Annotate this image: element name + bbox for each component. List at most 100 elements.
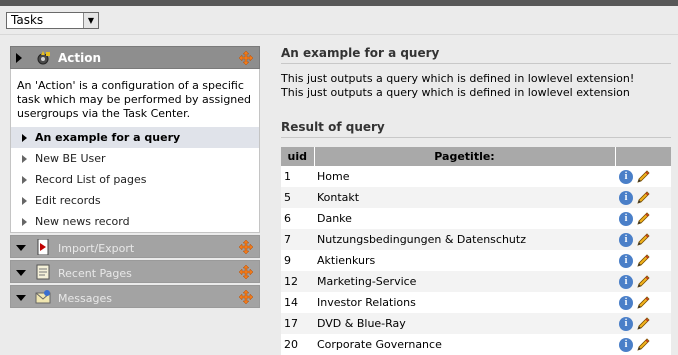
table-row[interactable]: 5 Kontakt i xyxy=(281,187,671,208)
output-line: This just outputs a query which is defin… xyxy=(281,86,630,99)
info-icon[interactable]: i xyxy=(619,253,633,268)
expand-arrow-icon[interactable] xyxy=(16,53,22,63)
cell-pagetitle: Kontakt xyxy=(314,187,615,208)
cell-actions: i xyxy=(615,250,671,271)
action-item-new-be-user[interactable]: New BE User xyxy=(11,148,259,169)
cell-uid: 9 xyxy=(281,250,314,271)
result-heading: Result of query xyxy=(281,120,671,138)
table-row[interactable]: 1 Home i xyxy=(281,166,671,187)
cell-pagetitle: Investor Relations xyxy=(314,292,615,313)
edit-pencil-icon[interactable] xyxy=(635,316,651,332)
cell-actions: i xyxy=(615,334,671,355)
action-panel-header[interactable]: Action xyxy=(10,46,260,69)
info-icon[interactable]: i xyxy=(619,337,633,352)
cell-uid: 5 xyxy=(281,187,314,208)
cell-actions: i xyxy=(615,166,671,187)
cell-uid: 1 xyxy=(281,166,314,187)
messages-panel-header[interactable]: Messages xyxy=(10,285,260,308)
move-handle-icon[interactable] xyxy=(239,265,253,279)
chevron-down-icon[interactable]: ▼ xyxy=(83,13,98,28)
action-item-new-news[interactable]: New news record xyxy=(11,211,259,232)
info-icon[interactable]: i xyxy=(619,316,633,331)
info-icon[interactable]: i xyxy=(619,295,633,310)
bullet-arrow-icon xyxy=(22,176,27,184)
edit-pencil-icon[interactable] xyxy=(635,274,651,290)
action-item-label: New news record xyxy=(35,215,130,228)
cell-uid: 20 xyxy=(281,334,314,355)
move-handle-icon[interactable] xyxy=(239,290,253,304)
action-description: An 'Action' is a configuration of a spec… xyxy=(17,79,252,120)
table-row[interactable]: 12 Marketing-Service i xyxy=(281,271,671,292)
cell-actions: i xyxy=(615,229,671,250)
import-export-icon xyxy=(37,239,49,255)
tasks-select[interactable]: Tasks ▼ xyxy=(6,12,99,29)
edit-pencil-icon[interactable] xyxy=(635,295,651,311)
action-gear-icon xyxy=(37,51,50,65)
bullet-arrow-icon xyxy=(22,218,27,226)
table-row[interactable]: 6 Danke i xyxy=(281,208,671,229)
messages-panel-title: Messages xyxy=(58,292,112,305)
table-row[interactable]: 14 Investor Relations i xyxy=(281,292,671,313)
move-handle-icon[interactable] xyxy=(239,51,253,65)
info-icon[interactable]: i xyxy=(619,274,633,289)
cell-pagetitle: Danke xyxy=(314,208,615,229)
action-item-edit-records[interactable]: Edit records xyxy=(11,190,259,211)
result-table: uid Pagetitle: 1 Home i 5 Kontakt i 6 Danke i 7 Nu… xyxy=(281,147,671,355)
edit-pencil-icon[interactable] xyxy=(635,190,651,206)
cell-actions: i xyxy=(615,208,671,229)
table-row[interactable]: 20 Corporate Governance i xyxy=(281,334,671,355)
cell-uid: 6 xyxy=(281,208,314,229)
action-item-query-example[interactable]: An example for a query xyxy=(11,127,259,148)
column-header-uid: uid xyxy=(281,147,315,166)
info-icon[interactable]: i xyxy=(619,190,633,205)
cell-uid: 7 xyxy=(281,229,314,250)
recent-pages-panel-title: Recent Pages xyxy=(58,267,132,280)
table-row[interactable]: 17 DVD & Blue-Ray i xyxy=(281,313,671,334)
table-row[interactable]: 7 Nutzungsbedingungen & Datenschutz i xyxy=(281,229,671,250)
cell-pagetitle: Home xyxy=(314,166,615,187)
cell-uid: 12 xyxy=(281,271,314,292)
collapse-arrow-icon[interactable] xyxy=(16,270,26,276)
cell-pagetitle: Nutzungsbedingungen & Datenschutz xyxy=(314,229,615,250)
page-title: An example for a query xyxy=(281,46,671,64)
collapse-arrow-icon[interactable] xyxy=(16,245,26,251)
cell-actions: i xyxy=(615,271,671,292)
info-icon[interactable]: i xyxy=(619,211,633,226)
column-header-actions xyxy=(615,147,671,166)
task-sidebar: Action An 'Action' is a configuration of… xyxy=(10,46,260,308)
import-export-panel-title: Import/Export xyxy=(58,242,135,255)
recent-pages-panel-header[interactable]: Recent Pages xyxy=(10,260,260,283)
action-item-label: Edit records xyxy=(35,194,101,207)
info-icon[interactable]: i xyxy=(619,169,633,184)
import-export-panel-header[interactable]: Import/Export xyxy=(10,235,260,258)
edit-pencil-icon[interactable] xyxy=(635,337,651,353)
collapse-arrow-icon[interactable] xyxy=(16,295,26,301)
action-item-record-list[interactable]: Record List of pages xyxy=(11,169,259,190)
task-select-bar: Tasks ▼ xyxy=(0,6,678,35)
column-header-pagetitle: Pagetitle: xyxy=(314,147,616,166)
info-icon[interactable]: i xyxy=(619,232,633,247)
output-line: This just outputs a query which is defin… xyxy=(281,72,635,85)
move-handle-icon[interactable] xyxy=(239,240,253,254)
cell-uid: 17 xyxy=(281,313,314,334)
cell-uid: 14 xyxy=(281,292,314,313)
messages-icon xyxy=(35,290,51,304)
edit-pencil-icon[interactable] xyxy=(635,253,651,269)
bullet-arrow-icon xyxy=(22,134,27,142)
cell-actions: i xyxy=(615,292,671,313)
table-row[interactable]: 9 Aktienkurs i xyxy=(281,250,671,271)
cell-pagetitle: Aktienkurs xyxy=(314,250,615,271)
cell-actions: i xyxy=(615,313,671,334)
action-panel-title: Action xyxy=(58,51,102,65)
bullet-arrow-icon xyxy=(22,197,27,205)
table-header-row: uid Pagetitle: xyxy=(281,147,671,166)
edit-pencil-icon[interactable] xyxy=(635,232,651,248)
cell-pagetitle: DVD & Blue-Ray xyxy=(314,313,615,334)
action-item-label: An example for a query xyxy=(35,131,181,144)
edit-pencil-icon[interactable] xyxy=(635,169,651,185)
main-content: An example for a query This just outputs… xyxy=(281,46,671,355)
edit-pencil-icon[interactable] xyxy=(635,211,651,227)
action-panel-body: An 'Action' is a configuration of a spec… xyxy=(10,69,260,233)
tasks-select-value: Tasks xyxy=(11,13,44,27)
action-item-label: New BE User xyxy=(35,152,106,165)
